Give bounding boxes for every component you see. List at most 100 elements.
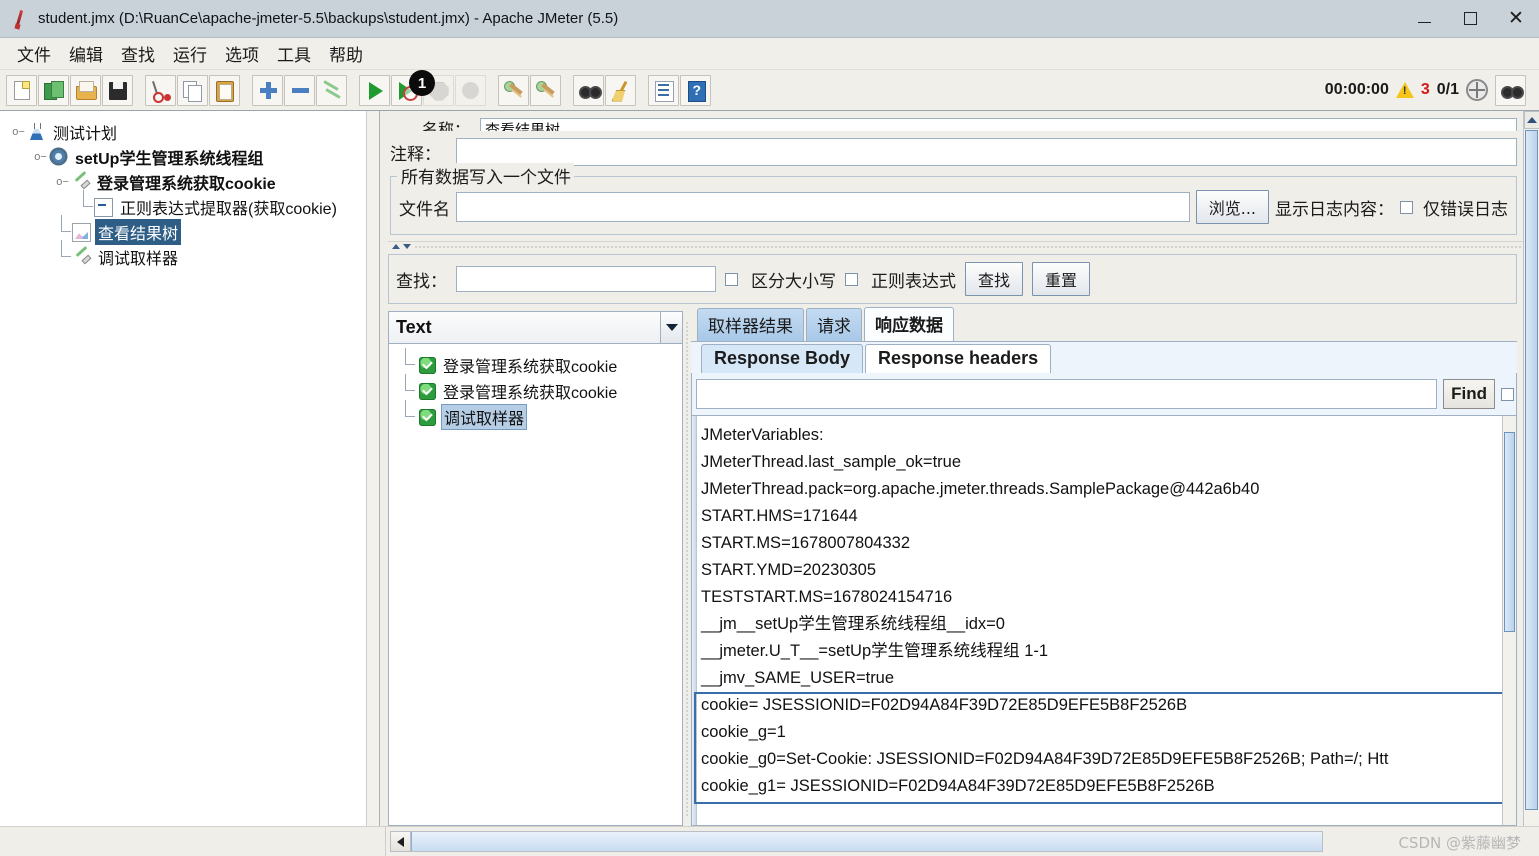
chevron-up-icon xyxy=(1527,117,1537,123)
bottom-bar: CSDN @紫藤幽梦 xyxy=(0,826,1539,856)
browse-button[interactable]: 浏览... xyxy=(1195,190,1269,224)
menu-run[interactable]: 运行 xyxy=(164,38,216,69)
connect-icon[interactable] xyxy=(1466,79,1488,101)
paste-button[interactable] xyxy=(209,74,240,106)
scroll-thumb[interactable] xyxy=(1504,432,1515,632)
search-find-button[interactable]: 查找 xyxy=(965,262,1024,296)
reset-search-button[interactable] xyxy=(605,74,636,106)
tree-node-test-plan[interactable]: o− 测试计划 xyxy=(10,119,379,144)
menu-help[interactable]: 帮助 xyxy=(320,38,372,69)
reset-search-icon xyxy=(610,80,632,101)
main-split: o− 测试计划 o− setUp学生管理系统线程组 o− 登录管理系统获取coo… xyxy=(0,111,1539,826)
copy-button[interactable] xyxy=(177,74,208,106)
scroll-track[interactable] xyxy=(411,832,1322,851)
remote-status-button[interactable] xyxy=(1495,74,1526,106)
response-vertical-scrollbar[interactable] xyxy=(1502,416,1516,825)
open-icon xyxy=(75,80,97,101)
errors-only-checkbox[interactable] xyxy=(1400,200,1413,214)
tree-node-view-results-tree[interactable]: 查看结果树 xyxy=(10,215,379,245)
menu-tools[interactable]: 工具 xyxy=(268,38,320,69)
config-splitter[interactable] xyxy=(388,241,1533,250)
tree-node-label: 测试计划 xyxy=(53,125,118,143)
tab-request[interactable]: 请求 xyxy=(806,308,862,341)
regex-checkbox[interactable] xyxy=(845,272,858,286)
results-divider[interactable] xyxy=(683,311,691,826)
list-item[interactable]: 调试取样器 xyxy=(401,400,682,430)
expand-handle-icon[interactable]: o− xyxy=(56,175,69,188)
comment-row: 注释： xyxy=(390,138,1517,166)
renderer-dropdown-arrow[interactable] xyxy=(660,312,682,343)
elapsed-time: 00:00:00 xyxy=(1324,81,1389,98)
response-line: JMeterThread.last_sample_ok=true xyxy=(701,453,962,471)
minimize-button[interactable] xyxy=(1401,0,1447,37)
tree-node-regex-extractor[interactable]: 正则表达式提取器(获取cookie) xyxy=(10,190,379,219)
list-item[interactable]: 登录管理系统获取cookie xyxy=(401,374,682,404)
new-button[interactable] xyxy=(6,74,37,106)
tab-response-headers[interactable]: Response headers xyxy=(865,344,1052,373)
search-button[interactable] xyxy=(573,74,604,106)
open-button[interactable] xyxy=(70,74,101,106)
tree-node-thread-group[interactable]: o− setUp学生管理系统线程组 xyxy=(10,144,379,169)
results-split: Text 登录管理系统获取cookie 登录管理系统获取cookie 调试取样器… xyxy=(388,307,1517,826)
test-plan-tree[interactable]: o− 测试计划 o− setUp学生管理系统线程组 o− 登录管理系统获取coo… xyxy=(0,111,380,826)
clear-all-button[interactable] xyxy=(530,74,561,106)
filename-input[interactable] xyxy=(456,192,1190,222)
search-input[interactable] xyxy=(456,266,716,292)
response-body-viewer[interactable]: JMeterVariables: JMeterThread.last_sampl… xyxy=(691,415,1517,826)
function-helper-button[interactable] xyxy=(648,74,679,106)
cut-button[interactable] xyxy=(145,74,176,106)
search-reset-button[interactable]: 重置 xyxy=(1032,262,1091,296)
response-line: cookie_g0=Set-Cookie: JSESSIONID=F02D94A… xyxy=(701,750,1389,768)
success-icon xyxy=(419,382,436,400)
maximize-button[interactable] xyxy=(1447,0,1493,37)
expand-handle-icon[interactable]: o− xyxy=(12,125,25,138)
renderer-combobox[interactable]: Text xyxy=(389,312,682,344)
warning-count: 3 xyxy=(1420,81,1430,98)
find-case-checkbox[interactable] xyxy=(1501,387,1514,401)
list-item-label: 登录管理系统获取cookie xyxy=(443,359,618,376)
clear-button[interactable] xyxy=(498,74,529,106)
results-list-pane: Text 登录管理系统获取cookie 登录管理系统获取cookie 调试取样器 xyxy=(388,311,683,826)
tree-vertical-scrollbar[interactable] xyxy=(366,111,379,826)
tab-response-body[interactable]: Response Body xyxy=(701,344,864,373)
chevron-down-icon[interactable] xyxy=(403,243,411,249)
save-button[interactable] xyxy=(102,74,133,106)
config-vertical-scrollbar[interactable] xyxy=(1523,111,1539,826)
name-row-clipped: 名称： 查看结果树 xyxy=(390,111,1517,131)
name-input[interactable]: 查看结果树 xyxy=(480,118,1517,131)
shutdown-icon xyxy=(460,80,482,101)
tab-response-data[interactable]: 响应数据 xyxy=(864,307,954,341)
help-button[interactable] xyxy=(680,74,711,106)
toggle-button[interactable] xyxy=(316,74,347,106)
horizontal-scrollbar[interactable] xyxy=(390,831,1323,852)
collapse-button[interactable] xyxy=(284,74,315,106)
case-sensitive-checkbox[interactable] xyxy=(725,272,738,286)
menu-search[interactable]: 查找 xyxy=(112,38,164,69)
expand-button[interactable] xyxy=(252,74,283,106)
tab-sampler-result[interactable]: 取样器结果 xyxy=(697,308,804,341)
tree-node-label: setUp学生管理系统线程组 xyxy=(75,150,264,168)
templates-button[interactable] xyxy=(38,74,69,106)
scroll-thumb[interactable] xyxy=(1525,130,1538,810)
find-button[interactable]: Find xyxy=(1443,379,1495,409)
menu-options[interactable]: 选项 xyxy=(216,38,268,69)
scroll-left-button[interactable] xyxy=(391,832,411,851)
expand-handle-icon[interactable]: o− xyxy=(34,150,47,163)
close-button[interactable]: ✕ xyxy=(1493,0,1539,37)
find-input[interactable] xyxy=(696,379,1438,409)
response-line: START.YMD=20230305 xyxy=(701,561,877,579)
tree-node-login-sampler[interactable]: o− 登录管理系统获取cookie xyxy=(10,169,379,194)
tree-node-label: 登录管理系统获取cookie xyxy=(97,175,276,193)
tree-connector xyxy=(78,190,94,219)
tree-node-debug-sampler[interactable]: 调试取样器 xyxy=(10,240,379,269)
menu-file[interactable]: 文件 xyxy=(8,38,60,69)
splitter-arrows[interactable] xyxy=(392,243,411,249)
tree-node-label: 查看结果树 xyxy=(95,218,182,245)
tree-connector xyxy=(56,215,72,244)
comment-input[interactable] xyxy=(456,138,1517,166)
list-item[interactable]: 登录管理系统获取cookie xyxy=(401,348,682,378)
chevron-up-icon[interactable] xyxy=(392,243,400,249)
start-button[interactable] xyxy=(359,74,390,106)
scroll-up-button[interactable] xyxy=(1524,111,1539,129)
menu-edit[interactable]: 编辑 xyxy=(60,38,112,69)
